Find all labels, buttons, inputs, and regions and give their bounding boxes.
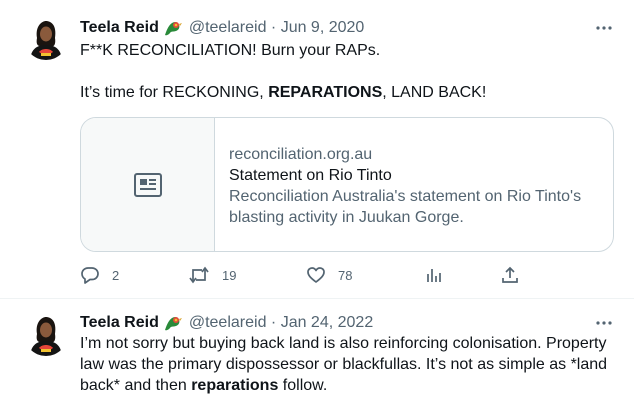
tweet-date[interactable]: Jan 24, 2022 xyxy=(281,314,374,332)
author-handle[interactable]: @teelareid xyxy=(189,19,267,37)
meta-separator: · xyxy=(266,19,281,36)
heart-icon xyxy=(307,267,325,283)
action-bar: 2 19 78 xyxy=(80,265,540,285)
reply-icon xyxy=(81,267,99,284)
text-segment: follow. xyxy=(278,377,328,394)
avatar[interactable] xyxy=(24,312,68,356)
tweet-line: I’m not sorry but buying back land is al… xyxy=(80,335,607,352)
tweet-line: law was the primary dispossessor or blac… xyxy=(80,356,608,373)
like-button[interactable]: 78 xyxy=(306,265,352,285)
retweet-button[interactable]: 19 xyxy=(188,265,236,285)
card-domain: reconciliation.org.au xyxy=(229,146,373,163)
author-name[interactable]: Teela Reid xyxy=(80,314,159,332)
share-icon xyxy=(502,266,518,283)
card-thumbnail xyxy=(81,118,215,251)
avatar[interactable] xyxy=(24,16,68,60)
text-segment: , LAND BACK! xyxy=(382,84,487,101)
tweet-header: Teela Reid @teelareid · Jun 9, 2020 xyxy=(80,18,364,38)
text-segment: back* and then xyxy=(80,377,192,394)
link-card[interactable]: reconciliation.org.au Statement on Rio T… xyxy=(80,117,614,252)
tweet-line: It’s time for RECKONING, REPARATIONS, LA… xyxy=(80,82,486,103)
tweet-line: F**K RECONCILIATION! Burn your RAPs. xyxy=(80,42,381,59)
bold-text: REPARATIONS xyxy=(268,84,383,101)
author-handle[interactable]: @teelareid xyxy=(189,314,267,332)
retweet-count: 19 xyxy=(222,267,237,283)
views-button[interactable] xyxy=(424,265,444,285)
tweet-1[interactable]: Teela Reid @teelareid · Jun 9, 2020 F**K… xyxy=(0,0,634,298)
tweet-text: I’m not sorry but buying back land is al… xyxy=(80,333,607,396)
card-description: Reconciliation Australia's statement on … xyxy=(229,188,582,226)
tweet-2[interactable]: Teela Reid @teelareid · Jan 24, 2022 I’m… xyxy=(0,298,634,417)
meta-separator: · xyxy=(266,314,281,331)
article-icon xyxy=(133,172,162,197)
retweet-icon xyxy=(189,266,209,284)
bold-text: reparations xyxy=(191,377,279,394)
analytics-icon xyxy=(427,269,441,282)
reply-button[interactable]: 2 xyxy=(80,265,119,285)
card-body: reconciliation.org.au Statement on Rio T… xyxy=(229,144,599,228)
reply-count: 2 xyxy=(112,267,120,283)
tweet-text: F**K RECONCILIATION! Burn your RAPs. It’… xyxy=(80,40,486,103)
share-button[interactable] xyxy=(500,265,520,285)
more-options-icon[interactable] xyxy=(594,313,614,333)
more-options-icon[interactable] xyxy=(594,18,614,38)
tweet-date[interactable]: Jun 9, 2020 xyxy=(281,19,365,37)
text-segment: It’s time for RECKONING, xyxy=(80,84,269,101)
tweet-header: Teela Reid @teelareid · Jan 24, 2022 xyxy=(80,313,373,333)
aboriginal-flag-icon xyxy=(163,19,183,37)
like-count: 78 xyxy=(338,267,353,283)
aboriginal-flag-icon xyxy=(163,314,183,332)
author-name[interactable]: Teela Reid xyxy=(80,19,159,37)
card-title: Statement on Rio Tinto xyxy=(229,167,392,184)
tweet-line: back* and then reparations follow. xyxy=(80,375,607,396)
